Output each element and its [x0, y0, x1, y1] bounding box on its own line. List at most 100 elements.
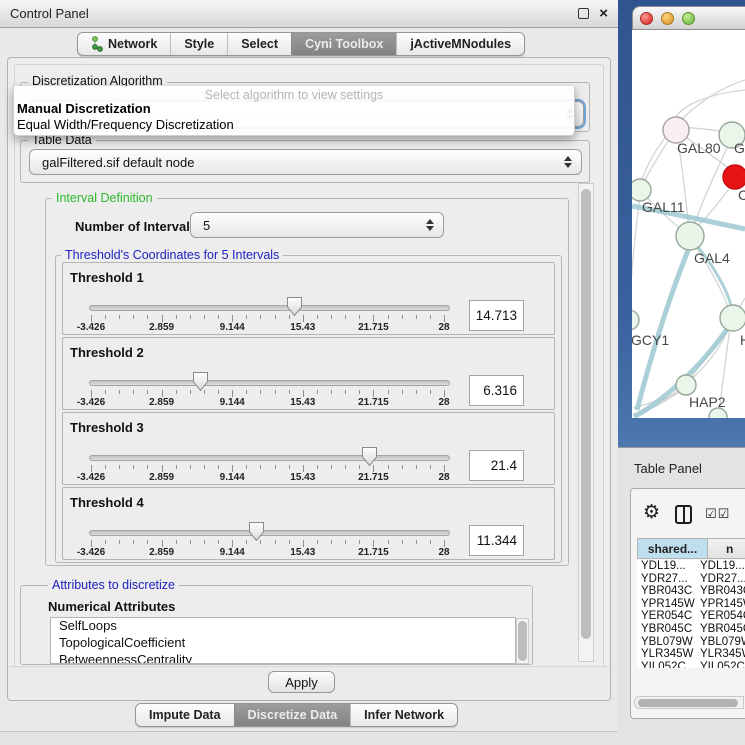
- slider-track[interactable]: [89, 530, 450, 536]
- slider-tick: [303, 465, 304, 472]
- slider-tick-label: -3.426: [77, 322, 105, 333]
- slider-thumb[interactable]: [361, 446, 378, 467]
- mode-tab-impute-data[interactable]: Impute Data: [136, 704, 234, 726]
- settings-scrollbar-thumb[interactable]: [581, 189, 591, 639]
- table-row[interactable]: YBL079WYBL079W: [637, 636, 745, 649]
- mode-tab-discretize-data[interactable]: Discretize Data: [234, 704, 351, 726]
- slider-tick: [162, 540, 163, 547]
- table-data-combobox[interactable]: galFiltered.sif default node: [29, 149, 582, 175]
- network-node[interactable]: [676, 222, 704, 250]
- window-title: Control Panel: [10, 6, 578, 21]
- attribute-list-item[interactable]: TopologicalCoefficient: [51, 635, 515, 652]
- close-icon[interactable]: ×: [599, 8, 608, 19]
- table-hscrollbar[interactable]: [634, 696, 744, 709]
- attribute-list-item[interactable]: SelfLoops: [51, 618, 515, 635]
- tab-style[interactable]: Style: [170, 33, 227, 55]
- checkbox-icons[interactable]: ☑☑: [705, 507, 730, 522]
- network-node[interactable]: [723, 165, 745, 189]
- table-row[interactable]: YLR345WYLR345W: [637, 648, 745, 661]
- threshold-panel: Threshold 3-3.4262.8599.14415.4321.71528…: [62, 412, 555, 485]
- mode-tab-infer-network[interactable]: Infer Network: [350, 704, 457, 726]
- slider-thumb[interactable]: [192, 371, 209, 392]
- tab-network[interactable]: Network: [78, 33, 170, 55]
- network-node[interactable]: [720, 305, 745, 331]
- network-view-canvas[interactable]: GAL80GACGAL11GAL4GCY1HHAP2: [632, 30, 745, 418]
- slider-tick: [345, 390, 346, 394]
- column-header-shared[interactable]: shared...: [637, 538, 708, 559]
- slider-tick-label: 9.144: [220, 397, 245, 408]
- gear-icon[interactable]: ⚙: [643, 503, 660, 522]
- network-node-label: H: [740, 332, 745, 348]
- column-header-name[interactable]: n: [708, 538, 745, 559]
- slider-track[interactable]: [89, 305, 450, 311]
- cell-shared-name: YIL052C: [637, 661, 696, 668]
- table-row[interactable]: YPR145WYPR145W: [637, 598, 745, 611]
- float-window-icon[interactable]: [578, 8, 589, 19]
- slider-tick: [119, 390, 120, 394]
- slider-tick: [162, 390, 163, 397]
- threshold-label: Threshold 4: [70, 495, 144, 510]
- slider-tick: [359, 390, 360, 394]
- number-of-intervals-spinner[interactable]: 5: [190, 212, 444, 238]
- slider-tick: [416, 315, 417, 319]
- settings-scrollbar[interactable]: [578, 183, 594, 662]
- algorithm-option[interactable]: Manual Discretization: [17, 101, 573, 117]
- slider-tick: [275, 465, 276, 469]
- zoom-traffic-light-icon[interactable]: [682, 12, 695, 25]
- minimize-traffic-light-icon[interactable]: [661, 12, 674, 25]
- column-layout-icon[interactable]: [675, 505, 692, 524]
- slider-tick: [359, 465, 360, 469]
- attribute-list-item[interactable]: BetweennessCentrality: [51, 652, 515, 664]
- threshold-value-field[interactable]: 14.713: [469, 300, 524, 331]
- cyni-mode-tabbar: Impute DataDiscretize DataInfer Network: [135, 703, 458, 727]
- slider-tick: [373, 390, 374, 397]
- table-row[interactable]: YIL052CYIL052C: [637, 661, 745, 668]
- algorithm-option[interactable]: Equal Width/Frequency Discretization: [17, 117, 573, 133]
- algorithm-dropdown-popup: Select algorithm to view settings Manual…: [13, 86, 575, 136]
- slider-tick-label: 15.43: [290, 472, 315, 483]
- threshold-value-field[interactable]: 21.4: [469, 450, 524, 481]
- slider-tick: [402, 390, 403, 394]
- table-row[interactable]: YDL19...YDL19...: [637, 560, 745, 573]
- attributes-scrollbar-thumb[interactable]: [518, 621, 527, 661]
- cell-name: YBL079W: [696, 636, 745, 649]
- tab-select[interactable]: Select: [227, 33, 291, 55]
- slider-tick: [402, 465, 403, 469]
- slider-tick-label: 2.859: [149, 322, 174, 333]
- table-row[interactable]: YBR043CYBR043C: [637, 585, 745, 598]
- table-row[interactable]: YER054CYER054C: [637, 610, 745, 623]
- table-row[interactable]: YBR045CYBR045C: [637, 623, 745, 636]
- threshold-value-field[interactable]: 11.344: [469, 525, 524, 556]
- network-node[interactable]: [632, 179, 651, 201]
- threshold-value-field[interactable]: 6.316: [469, 375, 524, 406]
- slider-tick-label: 15.43: [290, 397, 315, 408]
- slider-tick: [91, 315, 92, 322]
- slider-tick: [416, 540, 417, 544]
- network-window-titlebar[interactable]: [632, 6, 745, 30]
- network-node[interactable]: [632, 310, 639, 330]
- slider-tick-label: 9.144: [220, 547, 245, 558]
- slider-tick-label: 2.859: [149, 397, 174, 408]
- slider-tick: [289, 390, 290, 394]
- apply-button[interactable]: Apply: [268, 671, 335, 693]
- attributes-list-scrollbar[interactable]: [516, 618, 529, 664]
- cell-shared-name: YBR043C: [637, 585, 696, 598]
- cell-name: YBR043C: [696, 585, 745, 598]
- control-panel-tabbar: NetworkStyleSelectCyni ToolboxjActiveMNo…: [77, 32, 525, 56]
- table-row[interactable]: YDR27...YDR27...: [637, 573, 745, 586]
- slider-thumb[interactable]: [248, 521, 265, 542]
- slider-track[interactable]: [89, 380, 450, 386]
- slider-tick: [218, 390, 219, 394]
- network-node[interactable]: [676, 375, 696, 395]
- tab-cyni-toolbox[interactable]: Cyni Toolbox: [291, 33, 396, 55]
- close-traffic-light-icon[interactable]: [640, 12, 653, 25]
- numerical-attributes-list[interactable]: SelfLoopsTopologicalCoefficientBetweenne…: [50, 617, 516, 664]
- tab-jactivemnodules[interactable]: jActiveMNodules: [396, 33, 524, 55]
- slider-tick: [119, 465, 120, 469]
- slider-tick: [176, 390, 177, 394]
- slider-tick: [147, 390, 148, 394]
- slider-track[interactable]: [89, 455, 450, 461]
- table-hscrollbar-thumb[interactable]: [638, 699, 738, 707]
- slider-thumb[interactable]: [286, 296, 303, 317]
- slider-tick: [388, 315, 389, 319]
